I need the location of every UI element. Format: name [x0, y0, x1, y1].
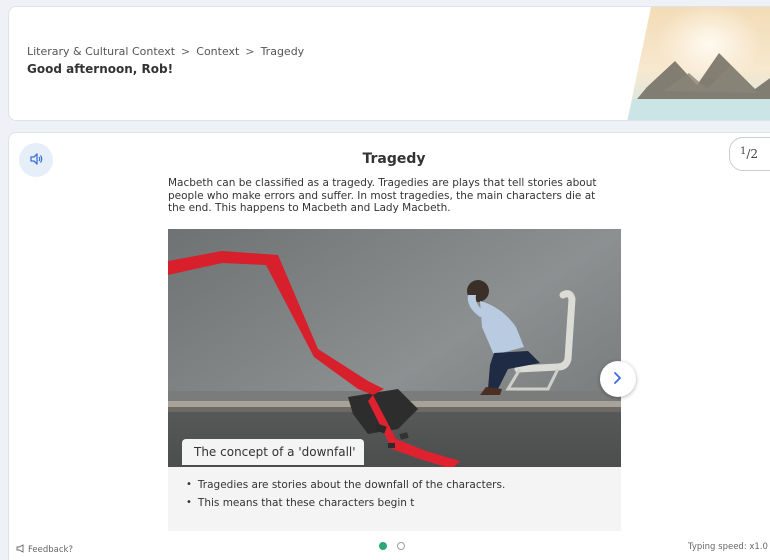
bullet-text: Tragedies are stories about the downfall… [197, 479, 506, 491]
slide-title: Tragedy [362, 151, 426, 167]
list-item: • Tragedies are stories about the downfa… [186, 479, 621, 491]
callout-body: • Tragedies are stories about the downfa… [168, 467, 621, 531]
typing-speed[interactable]: Typing speed: x1.0 [688, 542, 768, 552]
breadcrumb-separator: > [245, 45, 255, 58]
bullet: • [186, 479, 192, 490]
breadcrumb-item-context[interactable]: Context [196, 45, 239, 58]
next-slide-button[interactable] [600, 361, 636, 397]
breadcrumb-item-tragedy: Tragedy [260, 45, 305, 58]
bullet-text: This means that these characters begin t [197, 497, 415, 509]
header-card: Literary & Cultural Context > Context > … [8, 6, 770, 121]
feedback-link[interactable]: Feedback? [16, 544, 73, 556]
breadcrumb-separator: > [181, 45, 191, 58]
list-item: • This means that these characters begin… [186, 497, 621, 509]
greeting: Good afternoon, Rob! [27, 62, 174, 76]
breadcrumb-item-literary[interactable]: Literary & Cultural Context [27, 45, 175, 58]
megaphone-icon [16, 544, 25, 556]
slide-card: 1 / 2 Tragedy Macbeth can be classified … [8, 132, 770, 560]
bullet: • [186, 497, 192, 508]
callout-title: The concept of a 'downfall' [182, 439, 364, 465]
breadcrumb: Literary & Cultural Context > Context > … [27, 45, 304, 58]
pagination-dot-2[interactable] [397, 542, 405, 550]
feedback-label: Feedback? [28, 545, 73, 555]
slide-pagination [379, 542, 405, 550]
banner-illustration [627, 7, 770, 120]
pagination-dot-1[interactable] [379, 542, 387, 550]
chevron-right-icon [612, 370, 624, 389]
slide-text: Macbeth can be classified as a tragedy. … [168, 177, 597, 214]
